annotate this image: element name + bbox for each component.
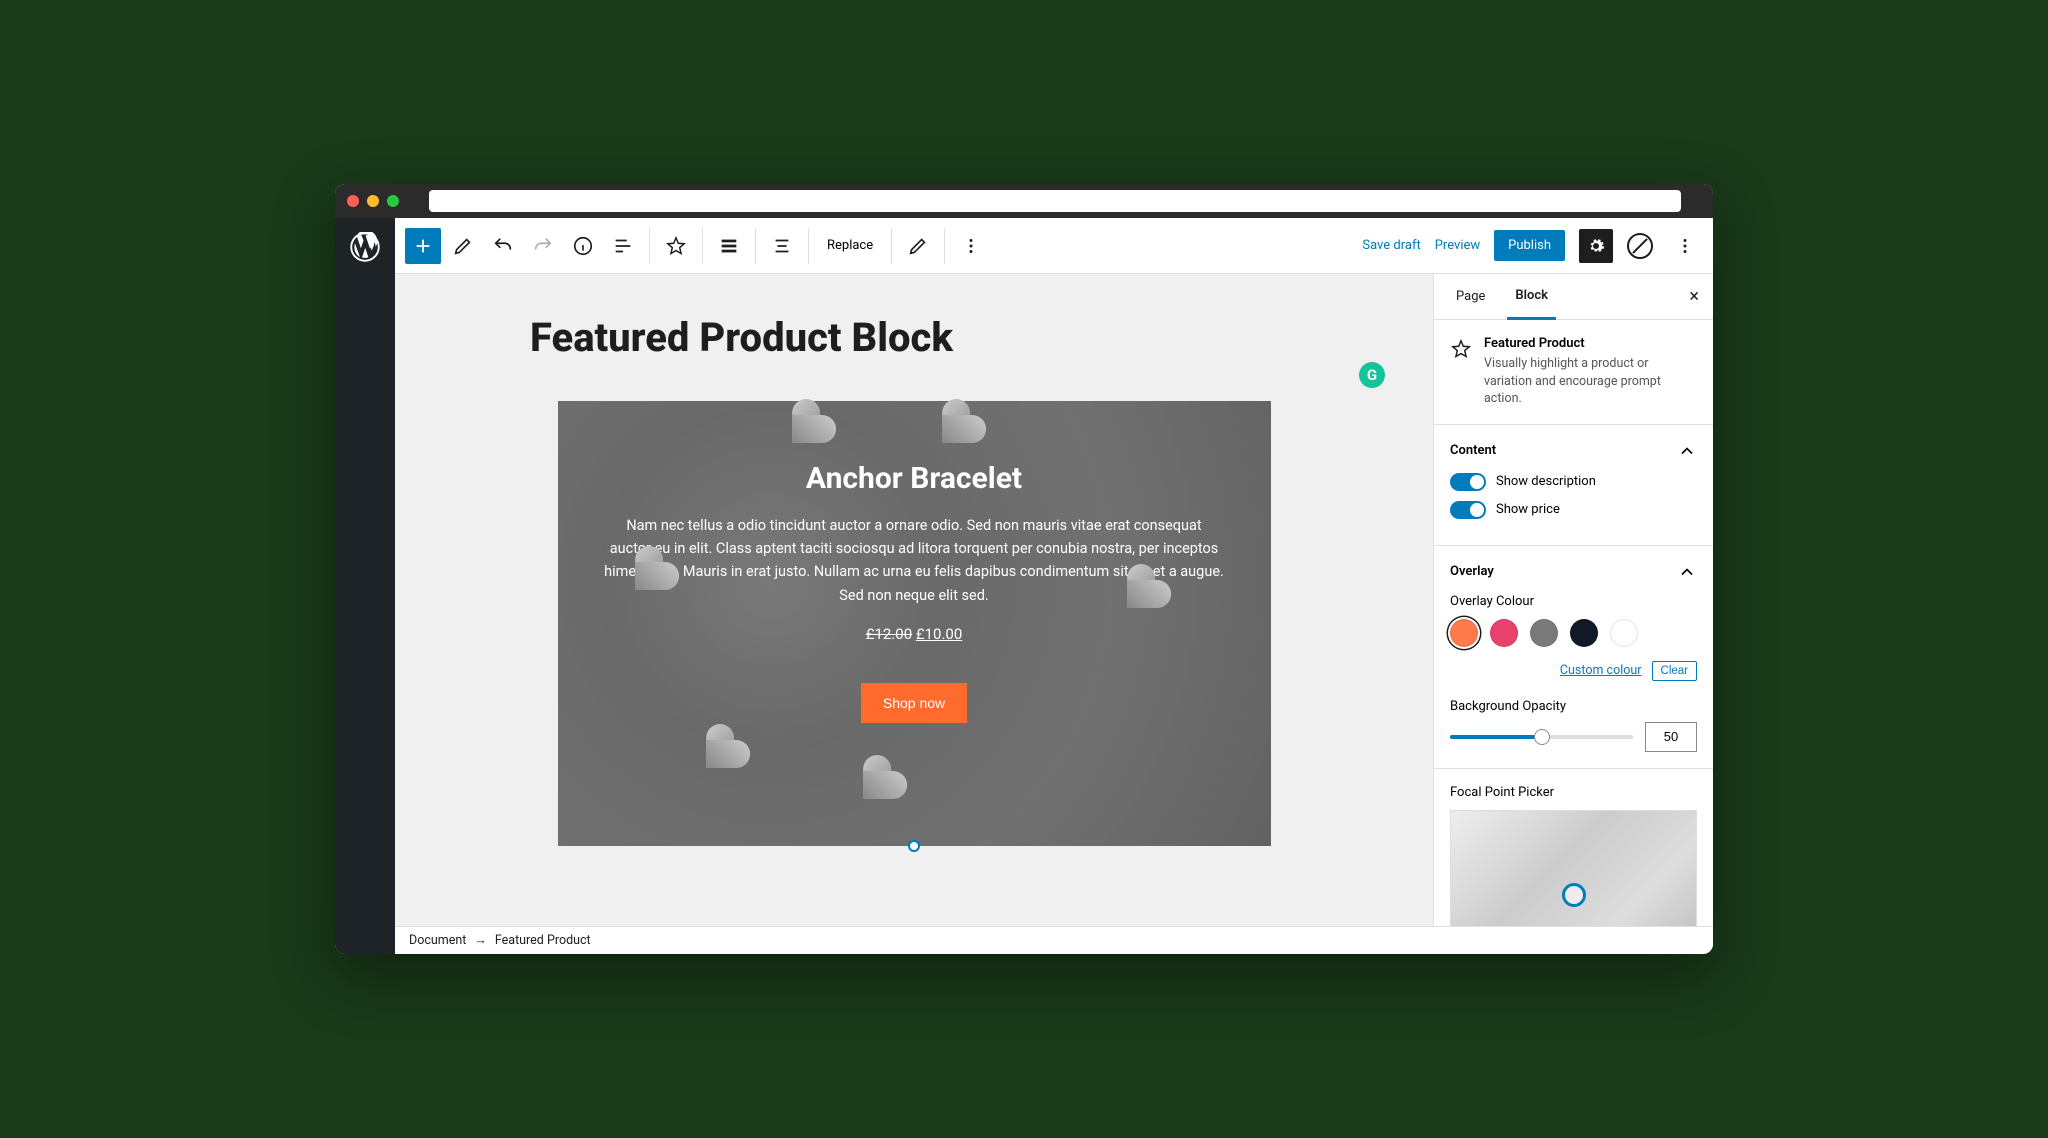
block-info: Featured Product Visually highlight a pr… bbox=[1450, 336, 1697, 408]
resize-handle[interactable] bbox=[908, 840, 920, 852]
info-icon[interactable] bbox=[565, 228, 601, 264]
browser-window: Replace Save draft Preview Publish bbox=[335, 184, 1713, 954]
kebab-menu-icon[interactable] bbox=[1667, 228, 1703, 264]
tab-page[interactable]: Page bbox=[1448, 275, 1493, 318]
editor-canvas[interactable]: Featured Product Block G Anchor Bracelet… bbox=[395, 274, 1433, 926]
url-bar[interactable] bbox=[429, 190, 1681, 212]
opacity-input[interactable] bbox=[1645, 722, 1697, 752]
minimize-window-icon[interactable] bbox=[367, 195, 379, 207]
window-controls bbox=[347, 195, 399, 207]
more-icon[interactable] bbox=[953, 228, 989, 264]
maximize-window-icon[interactable] bbox=[387, 195, 399, 207]
product-price: £12.00 £10.00 bbox=[866, 625, 963, 643]
titlebar bbox=[335, 184, 1713, 218]
preview-button[interactable]: Preview bbox=[1435, 238, 1480, 253]
colour-swatches bbox=[1450, 619, 1697, 647]
star-icon bbox=[1450, 338, 1472, 360]
colour-swatch[interactable] bbox=[1610, 619, 1638, 647]
colour-swatch[interactable] bbox=[1570, 619, 1598, 647]
overlay-colour-label: Overlay Colour bbox=[1450, 594, 1697, 609]
content-section-toggle[interactable]: Content bbox=[1450, 441, 1697, 461]
show-description-toggle[interactable] bbox=[1450, 473, 1486, 491]
featured-product-block[interactable]: Anchor Bracelet Nam nec tellus a odio ti… bbox=[558, 401, 1271, 846]
focal-point-label: Focal Point Picker bbox=[1450, 785, 1697, 800]
page-title[interactable]: Featured Product Block bbox=[530, 314, 1433, 361]
tab-block[interactable]: Block bbox=[1507, 274, 1556, 320]
focal-point-handle[interactable] bbox=[1562, 883, 1586, 907]
close-window-icon[interactable] bbox=[347, 195, 359, 207]
focal-point-picker[interactable] bbox=[1450, 810, 1697, 927]
close-sidebar-icon[interactable]: × bbox=[1689, 286, 1699, 307]
editor-toolbar: Replace Save draft Preview Publish bbox=[395, 218, 1713, 274]
shop-now-button[interactable]: Shop now bbox=[861, 683, 967, 723]
jetpack-icon[interactable] bbox=[1627, 233, 1653, 259]
star-icon[interactable] bbox=[658, 228, 694, 264]
opacity-slider[interactable] bbox=[1450, 735, 1633, 739]
wordpress-logo-icon[interactable] bbox=[350, 232, 380, 262]
breadcrumb-current[interactable]: Featured Product bbox=[495, 933, 591, 948]
chevron-up-icon bbox=[1677, 441, 1697, 461]
undo-icon[interactable] bbox=[485, 228, 521, 264]
product-image-decor bbox=[706, 737, 773, 804]
align-text-icon[interactable] bbox=[764, 228, 800, 264]
toggle-label: Show price bbox=[1496, 502, 1560, 517]
redo-icon[interactable] bbox=[525, 228, 561, 264]
wp-admin-bar bbox=[335, 218, 395, 954]
colour-swatch[interactable] bbox=[1530, 619, 1558, 647]
product-image-decor bbox=[863, 768, 930, 835]
custom-colour-link[interactable]: Custom colour bbox=[1560, 663, 1642, 678]
grammarly-icon[interactable]: G bbox=[1359, 362, 1385, 388]
edit-pencil-icon[interactable] bbox=[900, 228, 936, 264]
breadcrumb-root[interactable]: Document bbox=[409, 933, 466, 948]
colour-swatch[interactable] bbox=[1450, 619, 1478, 647]
overlay-section-toggle[interactable]: Overlay bbox=[1450, 562, 1697, 582]
outline-icon[interactable] bbox=[605, 228, 641, 264]
replace-button[interactable]: Replace bbox=[817, 238, 883, 253]
breadcrumb: Document → Featured Product bbox=[395, 926, 1713, 954]
colour-swatch[interactable] bbox=[1490, 619, 1518, 647]
settings-sidebar: Page Block × Featured Product Visually h… bbox=[1433, 274, 1713, 926]
show-price-toggle[interactable] bbox=[1450, 501, 1486, 519]
align-full-icon[interactable] bbox=[711, 228, 747, 264]
edit-icon[interactable] bbox=[445, 228, 481, 264]
settings-button[interactable] bbox=[1579, 229, 1613, 263]
publish-button[interactable]: Publish bbox=[1494, 230, 1565, 261]
toggle-label: Show description bbox=[1496, 474, 1596, 489]
clear-colour-button[interactable]: Clear bbox=[1652, 661, 1697, 681]
add-block-button[interactable] bbox=[405, 228, 441, 264]
save-draft-button[interactable]: Save draft bbox=[1362, 238, 1420, 253]
opacity-label: Background Opacity bbox=[1450, 699, 1697, 714]
arrow-icon: → bbox=[474, 933, 487, 948]
chevron-up-icon bbox=[1677, 562, 1697, 582]
